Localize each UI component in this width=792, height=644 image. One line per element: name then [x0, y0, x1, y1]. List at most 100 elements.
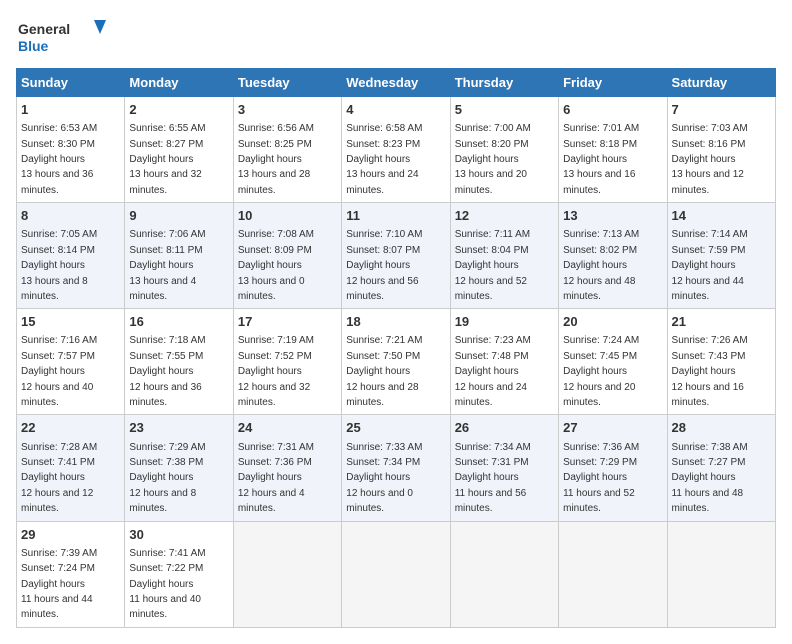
day-header-wednesday: Wednesday — [342, 69, 450, 97]
day-number: 6 — [563, 101, 662, 119]
calendar-cell: 13 Sunrise: 7:13 AMSunset: 8:02 PMDaylig… — [559, 203, 667, 309]
calendar-cell: 11 Sunrise: 7:10 AMSunset: 8:07 PMDaylig… — [342, 203, 450, 309]
day-number: 3 — [238, 101, 337, 119]
day-info: Sunrise: 7:28 AMSunset: 7:41 PMDaylight … — [21, 442, 97, 515]
calendar-cell: 22 Sunrise: 7:28 AMSunset: 7:41 PMDaylig… — [17, 415, 125, 521]
calendar-cell: 17 Sunrise: 7:19 AMSunset: 7:52 PMDaylig… — [233, 309, 341, 415]
day-number: 25 — [346, 419, 445, 437]
calendar-cell: 3 Sunrise: 6:56 AMSunset: 8:25 PMDayligh… — [233, 97, 341, 203]
calendar-cell: 25 Sunrise: 7:33 AMSunset: 7:34 PMDaylig… — [342, 415, 450, 521]
calendar-cell: 23 Sunrise: 7:29 AMSunset: 7:38 PMDaylig… — [125, 415, 233, 521]
calendar-week-row: 22 Sunrise: 7:28 AMSunset: 7:41 PMDaylig… — [17, 415, 776, 521]
day-info: Sunrise: 7:11 AMSunset: 8:04 PMDaylight … — [455, 229, 530, 302]
calendar-cell: 15 Sunrise: 7:16 AMSunset: 7:57 PMDaylig… — [17, 309, 125, 415]
day-info: Sunrise: 7:23 AMSunset: 7:48 PMDaylight … — [455, 335, 531, 408]
day-info: Sunrise: 6:53 AMSunset: 8:30 PMDaylight … — [21, 123, 97, 196]
day-info: Sunrise: 7:41 AMSunset: 7:22 PMDaylight … — [129, 548, 205, 621]
calendar-cell: 7 Sunrise: 7:03 AMSunset: 8:16 PMDayligh… — [667, 97, 775, 203]
calendar-cell: 21 Sunrise: 7:26 AMSunset: 7:43 PMDaylig… — [667, 309, 775, 415]
calendar-week-row: 8 Sunrise: 7:05 AMSunset: 8:14 PMDayligh… — [17, 203, 776, 309]
calendar-cell: 2 Sunrise: 6:55 AMSunset: 8:27 PMDayligh… — [125, 97, 233, 203]
day-number: 12 — [455, 207, 554, 225]
day-number: 7 — [672, 101, 771, 119]
calendar-week-row: 29 Sunrise: 7:39 AMSunset: 7:24 PMDaylig… — [17, 521, 776, 627]
calendar-cell: 4 Sunrise: 6:58 AMSunset: 8:23 PMDayligh… — [342, 97, 450, 203]
svg-text:General: General — [18, 21, 70, 37]
day-info: Sunrise: 7:19 AMSunset: 7:52 PMDaylight … — [238, 335, 314, 408]
day-info: Sunrise: 7:08 AMSunset: 8:09 PMDaylight … — [238, 229, 314, 302]
day-info: Sunrise: 7:01 AMSunset: 8:18 PMDaylight … — [563, 123, 639, 196]
day-number: 29 — [21, 526, 120, 544]
day-number: 27 — [563, 419, 662, 437]
day-number: 30 — [129, 526, 228, 544]
calendar-cell: 12 Sunrise: 7:11 AMSunset: 8:04 PMDaylig… — [450, 203, 558, 309]
calendar-week-row: 15 Sunrise: 7:16 AMSunset: 7:57 PMDaylig… — [17, 309, 776, 415]
logo: General Blue — [16, 16, 106, 58]
day-info: Sunrise: 6:58 AMSunset: 8:23 PMDaylight … — [346, 123, 422, 196]
day-number: 19 — [455, 313, 554, 331]
calendar-cell: 29 Sunrise: 7:39 AMSunset: 7:24 PMDaylig… — [17, 521, 125, 627]
day-info: Sunrise: 7:21 AMSunset: 7:50 PMDaylight … — [346, 335, 422, 408]
day-number: 15 — [21, 313, 120, 331]
day-header-saturday: Saturday — [667, 69, 775, 97]
calendar-cell: 1 Sunrise: 6:53 AMSunset: 8:30 PMDayligh… — [17, 97, 125, 203]
day-header-tuesday: Tuesday — [233, 69, 341, 97]
day-number: 22 — [21, 419, 120, 437]
day-number: 14 — [672, 207, 771, 225]
calendar-cell: 20 Sunrise: 7:24 AMSunset: 7:45 PMDaylig… — [559, 309, 667, 415]
calendar-cell: 19 Sunrise: 7:23 AMSunset: 7:48 PMDaylig… — [450, 309, 558, 415]
day-number: 11 — [346, 207, 445, 225]
day-number: 8 — [21, 207, 120, 225]
calendar-cell: 16 Sunrise: 7:18 AMSunset: 7:55 PMDaylig… — [125, 309, 233, 415]
day-info: Sunrise: 7:34 AMSunset: 7:31 PMDaylight … — [455, 442, 531, 515]
day-info: Sunrise: 7:33 AMSunset: 7:34 PMDaylight … — [346, 442, 422, 515]
day-info: Sunrise: 7:16 AMSunset: 7:57 PMDaylight … — [21, 335, 97, 408]
day-number: 28 — [672, 419, 771, 437]
day-info: Sunrise: 7:10 AMSunset: 8:07 PMDaylight … — [346, 229, 422, 302]
calendar-body: 1 Sunrise: 6:53 AMSunset: 8:30 PMDayligh… — [17, 97, 776, 628]
day-number: 2 — [129, 101, 228, 119]
day-number: 10 — [238, 207, 337, 225]
day-info: Sunrise: 7:39 AMSunset: 7:24 PMDaylight … — [21, 548, 97, 621]
day-number: 17 — [238, 313, 337, 331]
day-info: Sunrise: 7:06 AMSunset: 8:11 PMDaylight … — [129, 229, 205, 302]
day-number: 13 — [563, 207, 662, 225]
day-number: 4 — [346, 101, 445, 119]
calendar-cell — [342, 521, 450, 627]
calendar-cell: 26 Sunrise: 7:34 AMSunset: 7:31 PMDaylig… — [450, 415, 558, 521]
day-number: 20 — [563, 313, 662, 331]
day-header-sunday: Sunday — [17, 69, 125, 97]
calendar-cell: 9 Sunrise: 7:06 AMSunset: 8:11 PMDayligh… — [125, 203, 233, 309]
logo-svg: General Blue — [16, 16, 106, 58]
day-number: 16 — [129, 313, 228, 331]
calendar-cell: 8 Sunrise: 7:05 AMSunset: 8:14 PMDayligh… — [17, 203, 125, 309]
day-number: 24 — [238, 419, 337, 437]
day-info: Sunrise: 7:00 AMSunset: 8:20 PMDaylight … — [455, 123, 531, 196]
day-header-thursday: Thursday — [450, 69, 558, 97]
day-number: 26 — [455, 419, 554, 437]
day-info: Sunrise: 7:05 AMSunset: 8:14 PMDaylight … — [21, 229, 97, 302]
page-header: General Blue — [16, 16, 776, 58]
calendar-table: SundayMondayTuesdayWednesdayThursdayFrid… — [16, 68, 776, 628]
calendar-cell: 10 Sunrise: 7:08 AMSunset: 8:09 PMDaylig… — [233, 203, 341, 309]
day-info: Sunrise: 6:55 AMSunset: 8:27 PMDaylight … — [129, 123, 205, 196]
day-number: 5 — [455, 101, 554, 119]
day-number: 23 — [129, 419, 228, 437]
day-number: 1 — [21, 101, 120, 119]
calendar-cell: 6 Sunrise: 7:01 AMSunset: 8:18 PMDayligh… — [559, 97, 667, 203]
header-row: SundayMondayTuesdayWednesdayThursdayFrid… — [17, 69, 776, 97]
calendar-cell: 14 Sunrise: 7:14 AMSunset: 7:59 PMDaylig… — [667, 203, 775, 309]
calendar-cell — [667, 521, 775, 627]
calendar-cell — [450, 521, 558, 627]
day-info: Sunrise: 7:24 AMSunset: 7:45 PMDaylight … — [563, 335, 639, 408]
svg-text:Blue: Blue — [18, 38, 49, 54]
day-info: Sunrise: 7:26 AMSunset: 7:43 PMDaylight … — [672, 335, 748, 408]
calendar-cell — [233, 521, 341, 627]
day-info: Sunrise: 7:18 AMSunset: 7:55 PMDaylight … — [129, 335, 205, 408]
day-number: 9 — [129, 207, 228, 225]
day-info: Sunrise: 7:03 AMSunset: 8:16 PMDaylight … — [672, 123, 748, 196]
day-header-monday: Monday — [125, 69, 233, 97]
calendar-cell: 28 Sunrise: 7:38 AMSunset: 7:27 PMDaylig… — [667, 415, 775, 521]
calendar-cell: 18 Sunrise: 7:21 AMSunset: 7:50 PMDaylig… — [342, 309, 450, 415]
day-number: 21 — [672, 313, 771, 331]
